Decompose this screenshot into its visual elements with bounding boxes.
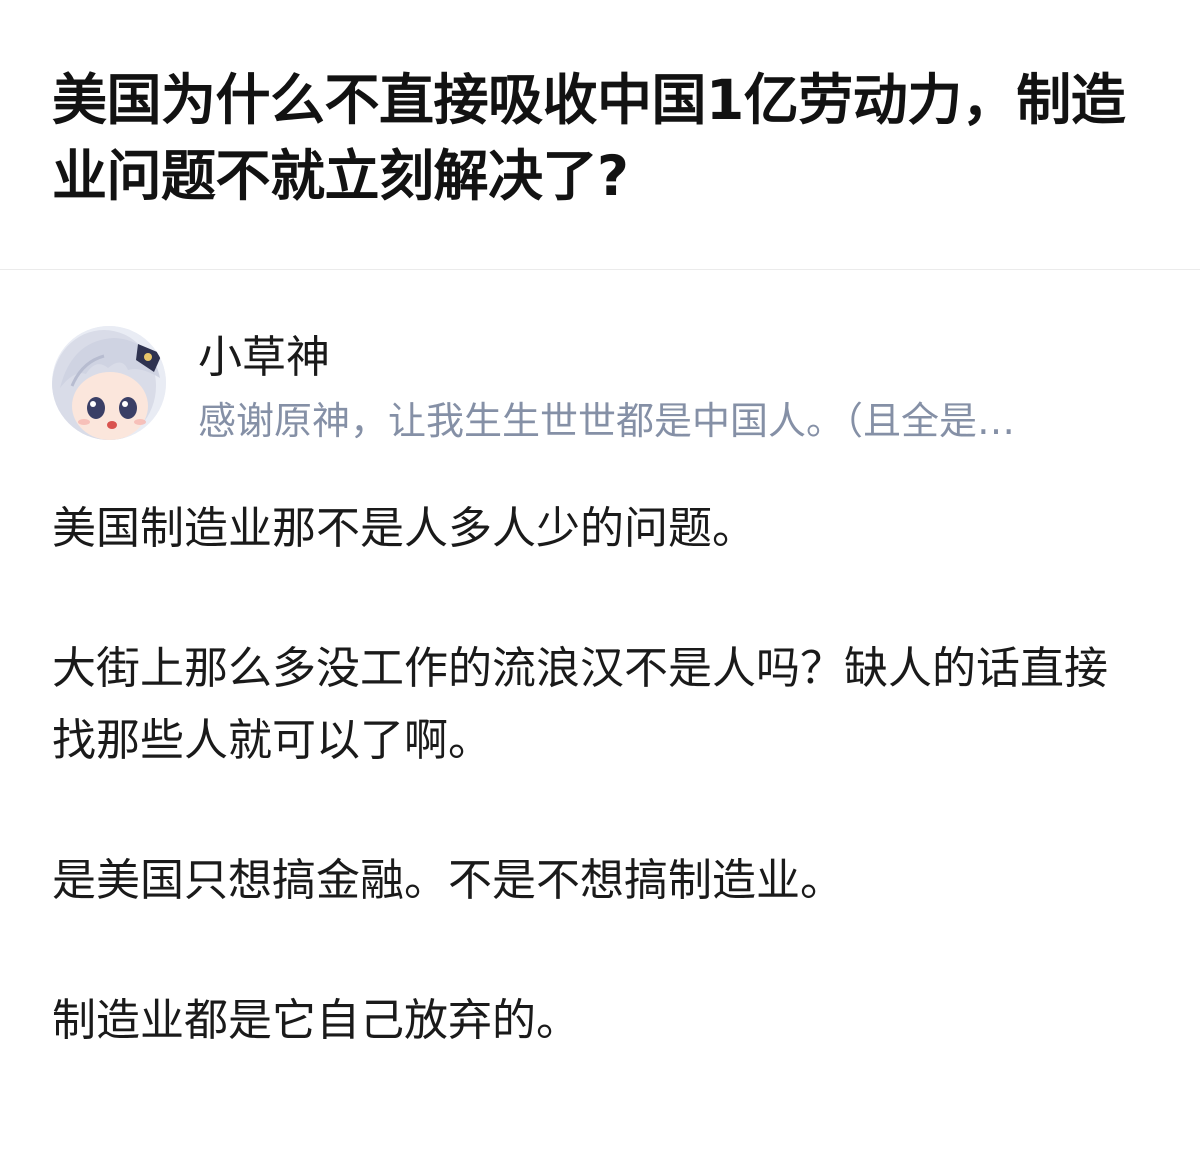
question-title[interactable]: 美国为什么不直接吸收中国1亿劳动力，制造业问题不就立刻解决了? xyxy=(52,62,1152,214)
answer-paragraph: 大街上那么多没工作的流浪汉不是人吗？缺人的话直接找那些人就可以了啊。 xyxy=(52,643,1108,766)
author-info: 小草神 感谢原神，让我生生世世都是中国人。（且全是… xyxy=(52,326,1152,446)
answer-paragraph: 美国制造业那不是人多人少的问题。 xyxy=(52,503,756,554)
question-header: 美国为什么不直接吸收中国1亿劳动力，制造业问题不就立刻解决了? xyxy=(0,0,1200,270)
avatar[interactable] xyxy=(52,326,166,440)
author-bio: 感谢原神，让我生生世世都是中国人。（且全是… xyxy=(198,399,1016,443)
answer-card: 小草神 感谢原神，让我生生世世都是中国人。（且全是… 美国制造业那不是人多人少的… xyxy=(0,271,1200,1150)
answer-content: 美国制造业那不是人多人少的问题。 大街上那么多没工作的流浪汉不是人吗？缺人的话直… xyxy=(52,493,1132,1125)
answer-paragraph: 是美国只想搞金融。不是不想搞制造业。 xyxy=(52,855,844,906)
author-name[interactable]: 小草神 xyxy=(198,330,330,386)
anime-avatar-icon xyxy=(52,326,166,440)
answer-paragraph: 制造业都是它自己放弃的。 xyxy=(52,995,580,1046)
